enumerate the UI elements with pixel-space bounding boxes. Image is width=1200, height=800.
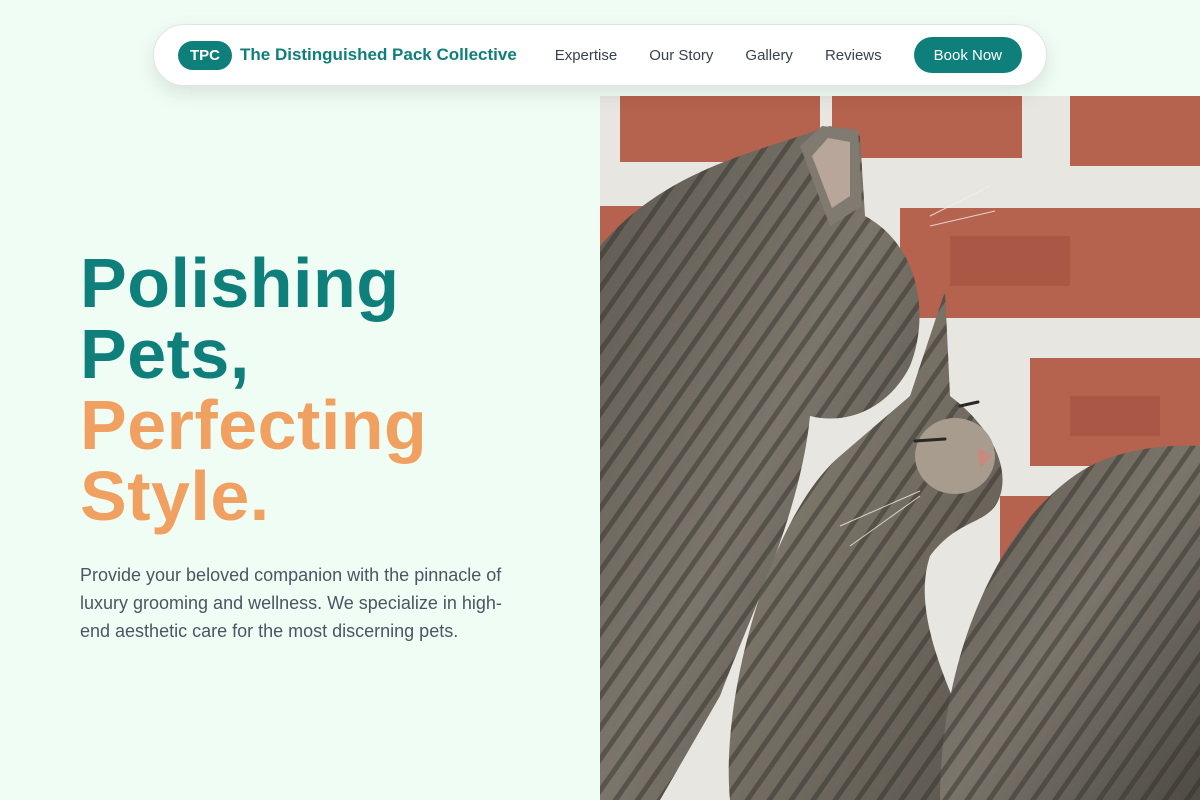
hero-title-line-3: Perfecting: [80, 386, 428, 464]
nav-link-our-story[interactable]: Our Story: [649, 47, 713, 64]
logo-badge[interactable]: TPC: [178, 40, 232, 70]
book-now-button[interactable]: Book Now: [913, 37, 1022, 73]
nav-link-gallery[interactable]: Gallery: [745, 47, 793, 64]
hero-description: Provide your beloved companion with the …: [80, 565, 502, 641]
page: TPC The Distinguished Pack Collective Ex…: [0, 0, 1200, 800]
nav-link-expertise[interactable]: Expertise: [555, 47, 618, 64]
navbar: TPC The Distinguished Pack Collective Ex…: [153, 24, 1047, 86]
nav-link-reviews[interactable]: Reviews: [825, 47, 882, 64]
nav-links: Expertise Our Story Gallery Reviews Book…: [555, 37, 1022, 73]
hero-image-cats: [600, 96, 1200, 800]
hero-title-line-2: Pets,: [80, 315, 250, 393]
cats-illustration: [600, 96, 1200, 800]
brand-name[interactable]: The Distinguished Pack Collective: [240, 45, 517, 65]
brand[interactable]: TPC The Distinguished Pack Collective: [178, 40, 517, 70]
hero-title-line-1: Polishing: [80, 244, 400, 322]
hero-title: Polishing Pets, Perfecting Style.: [80, 248, 427, 532]
hero-title-line-4: Style.: [80, 457, 270, 535]
